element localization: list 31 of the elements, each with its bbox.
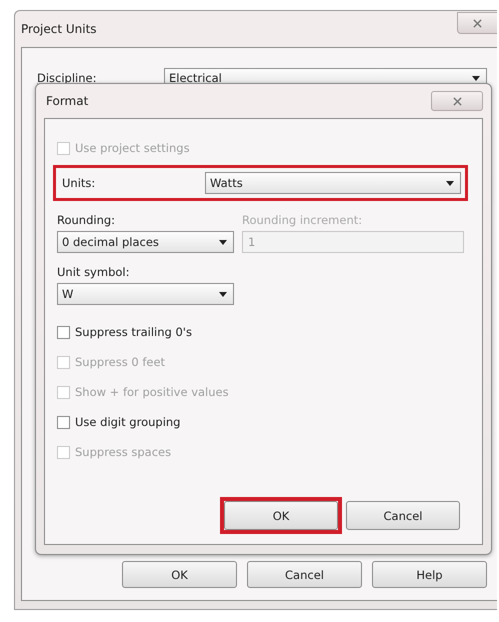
unit-symbol-dropdown[interactable]: W bbox=[57, 283, 234, 305]
window-title: Project Units bbox=[21, 22, 97, 36]
dialog-button[interactable]: Help bbox=[372, 561, 487, 588]
unit-symbol-label: Unit symbol: bbox=[57, 265, 130, 279]
rounding-label: Rounding: bbox=[57, 213, 116, 227]
dialog-button[interactable]: Cancel bbox=[247, 561, 362, 588]
dialog-button[interactable]: OK bbox=[122, 561, 237, 588]
units-label: Units: bbox=[61, 176, 96, 190]
dropdown-arrow-icon bbox=[472, 76, 480, 80]
checkbox-label: Show + for positive values bbox=[75, 385, 229, 399]
dialog-button[interactable]: Cancel bbox=[346, 501, 460, 530]
checkbox-label: Use project settings bbox=[75, 141, 190, 155]
units-dropdown[interactable]: Watts bbox=[205, 172, 461, 194]
close-icon bbox=[473, 18, 482, 28]
dialog-title: Format bbox=[46, 94, 88, 108]
discipline-label: Discipline: bbox=[37, 71, 98, 85]
checkbox-label: Use digit grouping bbox=[75, 415, 180, 429]
checkbox[interactable] bbox=[57, 326, 70, 338]
close-icon bbox=[452, 96, 462, 106]
dropdown-arrow-icon bbox=[446, 180, 454, 186]
close-button[interactable] bbox=[431, 91, 483, 111]
rounding-increment-label: Rounding increment: bbox=[242, 213, 364, 227]
rounding-dropdown[interactable]: 0 decimal places bbox=[57, 231, 234, 253]
close-button[interactable] bbox=[457, 12, 497, 34]
dropdown-arrow-icon bbox=[219, 292, 227, 296]
checkbox-label: Suppress trailing 0's bbox=[75, 325, 192, 339]
dropdown-arrow-icon bbox=[219, 240, 227, 244]
checkbox-label: Suppress 0 feet bbox=[75, 355, 166, 369]
checkbox[interactable] bbox=[57, 416, 70, 428]
checkbox-label: Suppress spaces bbox=[75, 445, 172, 459]
dialog-button[interactable]: OK bbox=[224, 501, 338, 530]
